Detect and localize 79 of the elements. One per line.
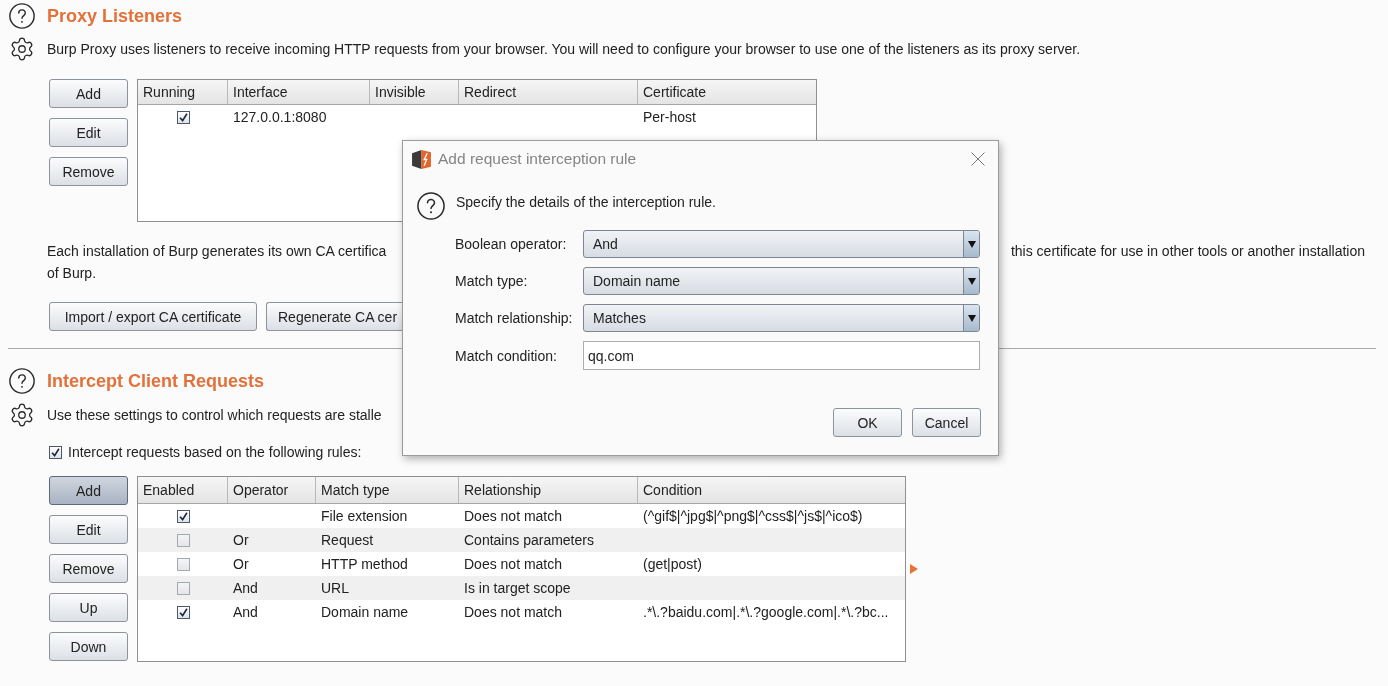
table-cell: Request <box>321 533 374 547</box>
table-cell: 127.0.0.1:8080 <box>233 110 327 124</box>
button[interactable]: OK <box>833 408 902 437</box>
column-header: Invisible <box>370 80 459 104</box>
table-cell: And <box>233 581 258 595</box>
button[interactable]: Add <box>49 79 128 108</box>
checkbox[interactable] <box>49 445 62 459</box>
checkbox[interactable] <box>176 557 190 571</box>
table-row[interactable]: And URL Is in target scope <box>138 576 905 600</box>
settings-icon[interactable] <box>9 402 35 428</box>
field-label: Boolean operator: <box>455 237 568 251</box>
button[interactable]: Remove <box>49 554 128 583</box>
column-header: Redirect <box>459 80 638 104</box>
caret-icon[interactable] <box>963 305 979 331</box>
table-cell: Does not match <box>464 557 563 571</box>
button[interactable]: Edit <box>49 515 128 544</box>
checkbox[interactable] <box>176 581 190 595</box>
paragraph-text: of Burp. <box>47 264 97 283</box>
dropdown[interactable]: Domain name <box>583 267 980 295</box>
column-header: Enabled <box>138 477 228 503</box>
table-cell: Is in target scope <box>464 581 571 595</box>
table-cell: URL <box>321 581 349 595</box>
settings-icon[interactable] <box>9 36 35 62</box>
dropdown[interactable]: And <box>583 230 980 258</box>
button[interactable]: Edit <box>49 118 128 147</box>
checkbox-label: Intercept requests based on the following rules: <box>68 445 362 459</box>
dialog-prompt: Specify the details of the interception rule. <box>456 195 716 209</box>
table-cell: Contains parameters <box>464 533 594 547</box>
table-cell: Or <box>233 557 249 571</box>
table-cell: Per-host <box>643 110 696 124</box>
table-cell: And <box>233 605 258 619</box>
table-cell: (^gif$|^jpg$|^png$|^css$|^js$|^ico$) <box>643 509 863 523</box>
caret-icon[interactable] <box>963 231 979 257</box>
table-cell: Does not match <box>464 509 563 523</box>
table-cell: (get|post) <box>643 557 702 571</box>
button[interactable]: Regenerate CA cer <box>266 302 402 331</box>
button[interactable]: Down <box>49 632 128 661</box>
app-logo-icon <box>411 148 432 170</box>
table-cell: HTTP method <box>321 557 408 571</box>
paragraph-text: this certificate for use in other tools or another installation <box>1010 242 1365 261</box>
section-title: Proxy Listeners <box>47 7 183 25</box>
help-icon[interactable] <box>9 368 35 394</box>
column-header: Match type <box>316 477 459 503</box>
table-cell: Or <box>233 533 249 547</box>
caret-icon[interactable] <box>963 268 979 294</box>
right-triangle-icon[interactable] <box>910 564 918 574</box>
section-title: Intercept Client Requests <box>47 372 265 390</box>
table-cell: Does not match <box>464 605 563 619</box>
checkbox[interactable] <box>176 605 190 619</box>
button[interactable]: Remove <box>49 157 128 186</box>
field-label: Match type: <box>455 274 529 288</box>
section-description: Burp Proxy uses listeners to receive incoming HTTP requests from your browser. You will need to configure your browser to use one of the listeners as its proxy server. <box>47 42 1081 56</box>
button[interactable]: Import / export CA certificate <box>49 302 257 331</box>
table-cell: Domain name <box>321 605 409 619</box>
button[interactable]: Add <box>49 476 128 505</box>
table-cell: .*\.?baidu.com|.*\.?google.com|.*\.?bc... <box>643 605 889 619</box>
checkbox[interactable] <box>176 110 190 124</box>
button[interactable]: Cancel <box>912 408 981 437</box>
button[interactable]: Up <box>49 593 128 622</box>
dropdown[interactable]: Matches <box>583 304 980 332</box>
column-header: Certificate <box>642 83 708 102</box>
close-icon[interactable] <box>971 152 985 166</box>
help-icon[interactable] <box>9 3 35 29</box>
paragraph-text: Each installation of Burp generates its own CA certifica <box>47 242 387 261</box>
table-cell: File extension <box>321 509 408 523</box>
column-header: Running <box>138 80 228 104</box>
help-icon[interactable] <box>417 192 445 220</box>
field-label: Match relationship: <box>455 311 574 325</box>
table-row[interactable]: Or Request Contains parameters <box>138 528 905 552</box>
column-header: Condition <box>642 481 704 500</box>
text-field[interactable]: qq.com <box>583 341 980 370</box>
dialog-title: Add request interception rule <box>438 151 637 167</box>
field-label: Match condition: <box>455 348 558 363</box>
checkbox[interactable] <box>176 533 190 547</box>
column-header: Operator <box>228 477 316 503</box>
checkbox[interactable] <box>176 509 190 523</box>
section-description: Use these settings to control which requests are stalle <box>47 408 382 422</box>
column-header: Relationship <box>459 477 638 503</box>
column-header: Interface <box>228 80 370 104</box>
